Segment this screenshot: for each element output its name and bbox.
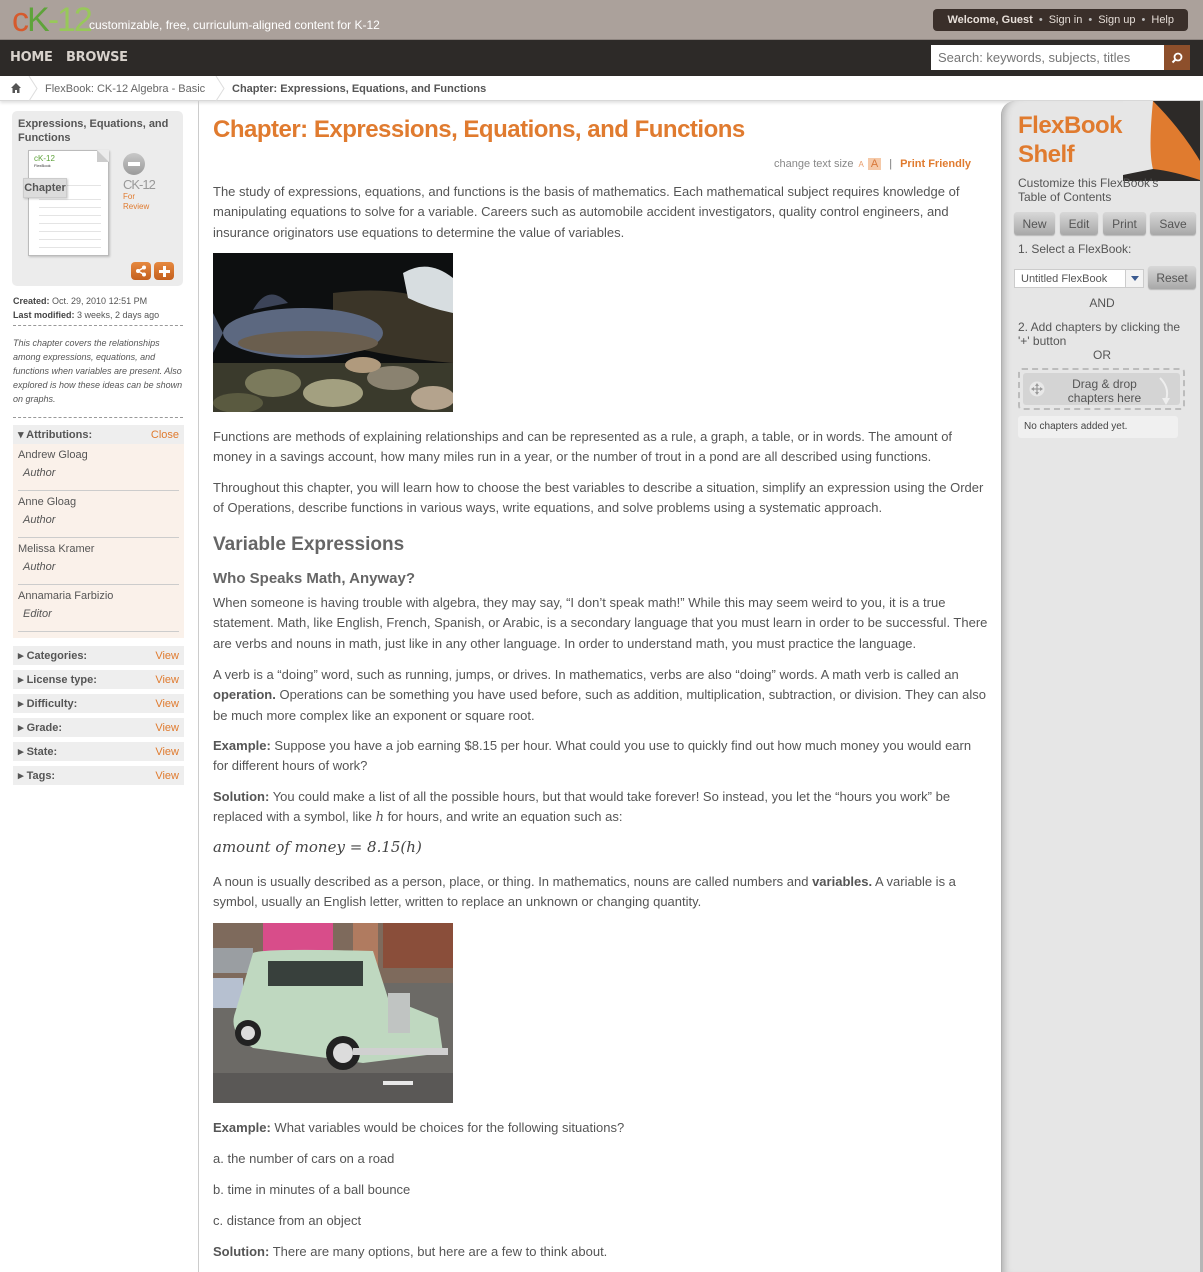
chapter-description: This chapter covers the relationships am… [13,338,183,404]
search-button[interactable] [1164,45,1190,70]
shelf-subtitle: Customize this FlexBook's Table of Conte… [1018,176,1159,204]
vintage-car-image [213,923,453,1103]
chapter-thumbnail[interactable]: cK-12 FlexBook Chapter [23,150,109,256]
property-tags[interactable]: ▸ Tags: View [13,766,184,785]
shelf-title: FlexBook Shelf [1018,112,1123,168]
attribution-item: Melissa Kramer Author [18,538,179,585]
section-heading: Variable Expressions [213,534,405,555]
page-curl-decoration [1123,101,1203,181]
nav-home[interactable]: HOME [10,50,53,65]
empty-shelf-message: No chapters added yet. [1018,416,1178,438]
home-icon[interactable] [10,82,22,94]
text-size-small-button[interactable]: A [859,160,864,169]
view-link[interactable]: View [155,650,179,662]
view-link[interactable]: View [155,698,179,710]
sign-in-link[interactable]: Sign in [1049,14,1083,26]
or-label: OR [1093,348,1111,362]
ck12-logo[interactable]: cK-12 [12,3,93,37]
publisher-label: CK-12 [123,177,156,192]
remove-icon[interactable] [123,153,145,175]
noun-paragraph: A noun is usually described as a person,… [213,874,956,910]
flexbook-select[interactable]: Untitled FlexBook [1014,269,1144,288]
welcome-text: Welcome, Guest [947,14,1033,26]
solution-1: Solution: You could make a list of all t… [213,789,951,826]
step-2-label: 2. Add chapters by clicking the '+' butt… [1018,320,1181,348]
property-grade[interactable]: ▸ Grade: View [13,718,184,737]
created-date: Oct. 29, 2010 12:51 PM [52,296,148,306]
chapter-card-title: Expressions, Equations, and Functions [18,118,169,144]
breadcrumb: FlexBook: CK-12 Algebra - Basic Chapter:… [0,76,1203,101]
reset-button[interactable]: Reset [1148,266,1196,289]
property-categories[interactable]: ▸ Categories: View [13,646,184,665]
trout-image [213,253,453,412]
add-to-shelf-button[interactable] [154,262,174,280]
chapter-card: Expressions, Equations, and Functions cK… [12,111,183,286]
flexbook-logo: cK-12 FlexBook [34,154,55,168]
chevron-down-icon[interactable] [1125,270,1143,287]
breadcrumb-separator-icon [28,76,38,101]
text-size-controls: change text size A A | Print Friendly [774,158,971,170]
example-1: Example: Suppose you have a job earning … [213,738,972,774]
text-size-large-button[interactable]: A [867,158,882,170]
divider [13,417,183,418]
and-label: AND [1089,296,1115,310]
property-difficulty[interactable]: ▸ Difficulty: View [13,694,184,713]
nav-browse[interactable]: BROWSE [66,50,128,65]
attribution-item: Anne Gloag Author [18,491,179,538]
share-button[interactable] [131,262,151,280]
view-link[interactable]: View [155,722,179,734]
edit-button[interactable]: Edit [1060,212,1098,235]
breadcrumb-chapter: Chapter: Expressions, Equations, and Fun… [232,83,487,95]
breadcrumb-separator-icon [215,76,225,101]
step-1-label: 1. Select a FlexBook: [1018,242,1132,256]
top-bar: cK-12 customizable, free, curriculum-ali… [0,0,1203,40]
breadcrumb-flexbook[interactable]: FlexBook: CK-12 Algebra - Basic [45,83,205,95]
solution-2: Solution: There are many options, but he… [213,1244,608,1259]
functions-paragraph: Functions are methods of explaining rela… [213,429,953,465]
search-input[interactable] [931,45,1164,70]
tagline: customizable, free, curriculum-aligned c… [89,18,380,32]
share-icon [136,265,146,277]
chapter-meta: Created: Oct. 29, 2010 12:51 PM Last mod… [13,296,160,320]
left-sidebar: Expressions, Equations, and Functions cK… [0,101,199,1272]
equation: amount of money = 8.15(h) [213,838,422,856]
attributions-header[interactable]: ▾ Attributions: Close [13,425,184,444]
divider [13,325,183,326]
page-title: Chapter: Expressions, Equations, and Fun… [213,116,745,143]
throughout-paragraph: Throughout this chapter, you will learn … [213,480,984,516]
view-link[interactable]: View [155,674,179,686]
search-icon [1171,52,1183,63]
view-link[interactable]: View [155,770,179,782]
verb-paragraph: A verb is a “doing” word, such as runnin… [213,667,986,723]
help-link[interactable]: Help [1151,14,1174,26]
drop-arrow-icon [1159,377,1170,405]
attributions-close-link[interactable]: Close [151,429,179,441]
intro-paragraph: The study of expressions, equations, and… [213,184,960,240]
attribution-item: Andrew Gloag Author [18,444,179,491]
review-status: For Review [123,192,150,211]
view-link[interactable]: View [155,746,179,758]
chapter-tab-label: Chapter [23,178,67,198]
save-button[interactable]: Save [1150,212,1196,235]
flexbook-shelf: FlexBook Shelf Customize this FlexBook's… [1001,101,1203,1272]
speak-math-paragraph: When someone is having trouble with alge… [213,595,988,651]
list-item: b. time in minutes of a ball bounce [213,1182,411,1197]
list-item: c. distance from an object [213,1213,362,1228]
attributions-panel: ▾ Attributions: Close Andrew Gloag Autho… [13,425,184,638]
modified-date: 3 weeks, 2 days ago [77,310,160,320]
print-button[interactable]: Print [1103,212,1146,235]
plus-icon [158,265,170,277]
list-item: a. the number of cars on a road [213,1151,395,1166]
new-button[interactable]: New [1014,212,1055,235]
user-menu: Welcome, Guest • Sign in • Sign up • Hel… [933,9,1188,31]
nav-bar: HOME BROWSE [0,40,1203,76]
property-state[interactable]: ▸ State: View [13,742,184,761]
sign-up-link[interactable]: Sign up [1098,14,1135,26]
print-friendly-link[interactable]: Print Friendly [900,158,971,170]
subsection-heading: Who Speaks Math, Anyway? [213,570,415,587]
property-license-type[interactable]: ▸ License type: View [13,670,184,689]
chapter-drop-zone[interactable]: Drag & drop chapters here [1018,368,1185,410]
example-2: Example: What variables would be choices… [213,1120,625,1135]
attribution-item: Annamaria Farbizio Editor [18,585,179,632]
